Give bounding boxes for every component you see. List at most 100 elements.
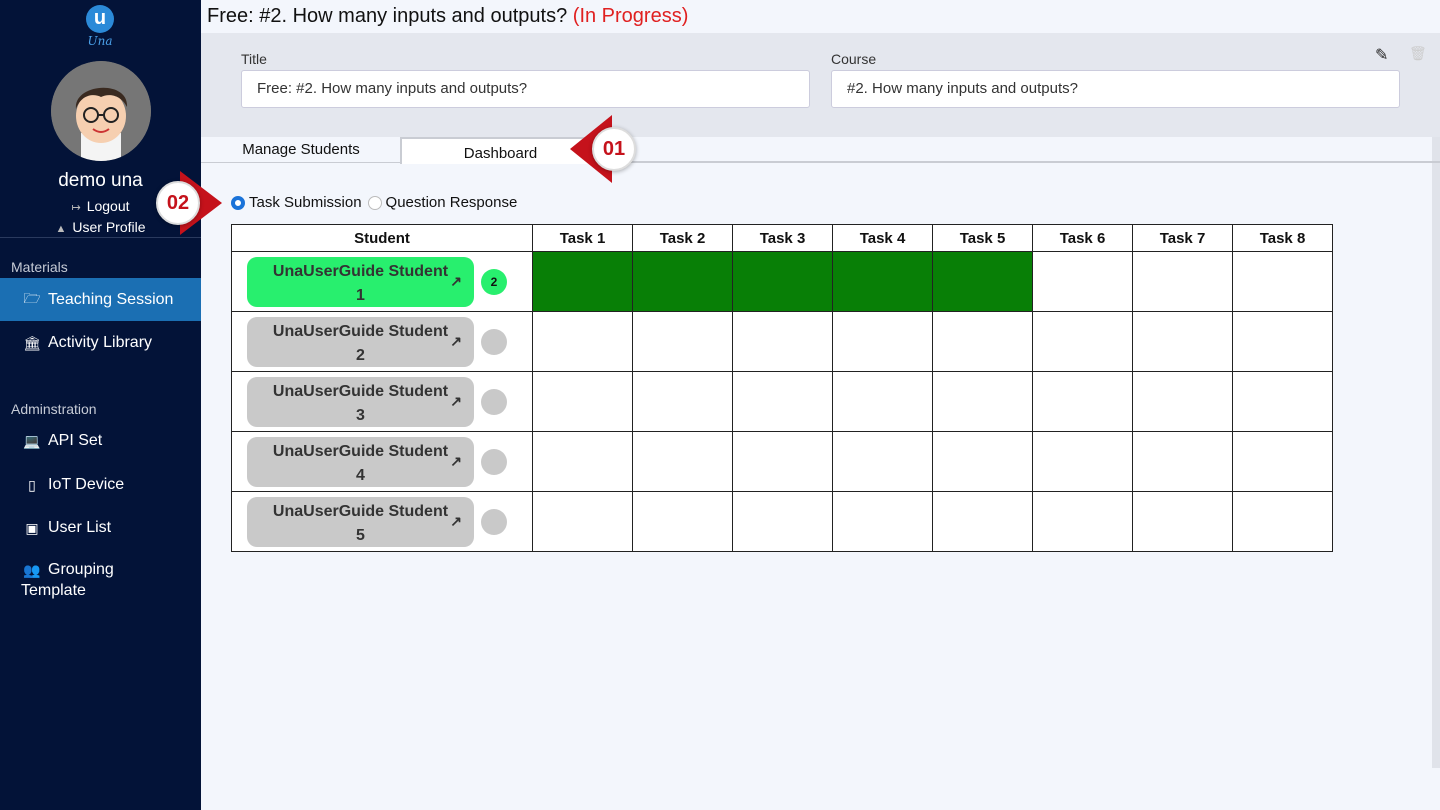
course-label: Course (831, 51, 877, 67)
task-cell (732, 491, 833, 552)
student-button[interactable]: UnaUserGuide Student 3 ↗ (247, 377, 474, 427)
course-field[interactable]: #2. How many inputs and outputs? (831, 70, 1400, 108)
student-cell: UnaUserGuide Student 3 ↗ (231, 371, 533, 432)
scrollbar[interactable] (1432, 33, 1440, 768)
table-row: UnaUserGuide Student 5 ↗ (231, 491, 1333, 552)
page-title: Free: #2. How many inputs and outputs? (… (207, 5, 688, 28)
task-cell (732, 371, 833, 432)
una-logo[interactable]: u Una (80, 5, 120, 48)
task-cell (832, 491, 933, 552)
external-link-icon[interactable]: ↗ (450, 269, 462, 293)
submission-count-badge (481, 509, 507, 535)
student-name: UnaUserGuide Student (272, 323, 449, 340)
submission-count-badge (481, 329, 507, 355)
tablet-icon: ▯ (28, 476, 36, 493)
task-cell (1132, 431, 1233, 492)
marker-number: 01 (592, 127, 636, 171)
laptop-icon: 💻 (23, 432, 41, 449)
col-header-task: Task 4 (832, 224, 933, 252)
student-button[interactable]: UnaUserGuide Student 4 ↗ (247, 437, 474, 487)
step-marker-01: 01 (570, 115, 636, 183)
table-row: UnaUserGuide Student 2 ↗ (231, 311, 1333, 372)
task-cell (732, 431, 833, 492)
edit-icon[interactable]: ✎ (1375, 45, 1388, 65)
radio-task-submission-label[interactable]: Task Submission (249, 194, 362, 211)
submission-count-badge: 2 (481, 269, 507, 295)
task-cell (1232, 491, 1333, 552)
student-button[interactable]: UnaUserGuide Student 1 ↗ (247, 257, 474, 307)
col-header-task: Task 3 (732, 224, 833, 252)
task-cell (932, 371, 1033, 432)
sidebar-item-label: Activity Library (48, 334, 153, 351)
task-cell (1032, 491, 1133, 552)
student-cell: UnaUserGuide Student 2 ↗ (231, 311, 533, 372)
task-cell (1132, 251, 1233, 312)
external-link-icon[interactable]: ↗ (450, 389, 462, 413)
title-label: Title (241, 51, 267, 67)
dashboard-table: Student Task 1 Task 2 Task 3 Task 4 Task… (231, 224, 1333, 552)
task-cell (1032, 251, 1133, 312)
student-number: 4 (356, 467, 365, 484)
student-button[interactable]: UnaUserGuide Student 2 ↗ (247, 317, 474, 367)
table-header-row: Student Task 1 Task 2 Task 3 Task 4 Task… (231, 224, 1333, 252)
sidebar-item-activity-library[interactable]: 🏛 Activity Library (0, 332, 201, 354)
student-name: UnaUserGuide Student (272, 383, 449, 400)
task-cell (632, 431, 733, 492)
task-cell (832, 311, 933, 372)
student-cell: UnaUserGuide Student 4 ↗ (231, 431, 533, 492)
radio-task-submission[interactable] (231, 195, 245, 210)
radio-question-response-label[interactable]: Question Response (386, 194, 518, 211)
marker-number: 02 (156, 181, 200, 225)
sidebar-item-label-line2: Template (21, 582, 86, 599)
sidebar-divider (0, 237, 201, 238)
task-cell (532, 491, 633, 552)
external-link-icon[interactable]: ↗ (450, 449, 462, 473)
avatar (51, 61, 151, 161)
col-header-student: Student (231, 224, 533, 252)
task-cell (1032, 371, 1133, 432)
page-title-text: Free: #2. How many inputs and outputs? (207, 5, 568, 27)
external-link-icon[interactable]: ↗ (450, 329, 462, 353)
col-header-task: Task 1 (532, 224, 633, 252)
student-number: 5 (356, 527, 365, 544)
sidebar-item-user-list[interactable]: ▣ User List (0, 517, 201, 539)
sidebar-item-teaching-session[interactable]: 🗁 Teaching Session (0, 278, 201, 321)
student-number: 2 (356, 347, 365, 364)
table-row: UnaUserGuide Student 4 ↗ (231, 431, 1333, 492)
task-cell (932, 431, 1033, 492)
student-name: UnaUserGuide Student (272, 263, 449, 280)
view-mode-radios: Task Submission Question Response (231, 194, 523, 211)
title-field[interactable]: Free: #2. How many inputs and outputs? (241, 70, 810, 108)
student-name: UnaUserGuide Student (272, 503, 449, 520)
section-materials: Materials (11, 259, 68, 275)
student-cell: UnaUserGuide Student 5 ↗ (231, 491, 533, 552)
student-number: 3 (356, 407, 365, 424)
sidebar-item-grouping-template[interactable]: 👥 Grouping Template (0, 561, 201, 607)
trash-icon[interactable]: 🗑 (1409, 45, 1427, 62)
task-cell (1132, 371, 1233, 432)
users-icon: 👥 (23, 561, 41, 578)
contact-book-icon: ▣ (25, 519, 39, 536)
sidebar-item-iot-device[interactable]: ▯ IoT Device (0, 474, 201, 496)
task-cell (932, 251, 1033, 312)
task-cell (632, 311, 733, 372)
col-header-task: Task 2 (632, 224, 733, 252)
radio-question-response[interactable] (367, 195, 382, 210)
task-cell (1032, 311, 1133, 372)
submission-count-badge (481, 449, 507, 475)
task-cell (1132, 491, 1233, 552)
external-link-icon[interactable]: ↗ (450, 509, 462, 533)
section-administration: Adminstration (11, 401, 97, 417)
task-cell (932, 491, 1033, 552)
col-header-task: Task 7 (1132, 224, 1233, 252)
step-marker-02: 02 (156, 171, 222, 235)
student-cell: UnaUserGuide Student 1 ↗ 2 (231, 251, 533, 312)
task-cell (832, 251, 933, 312)
logout-icon: ↦ (71, 202, 81, 214)
sidebar-item-api-set[interactable]: 💻 API Set (0, 430, 201, 452)
task-cell (532, 251, 633, 312)
task-cell (1232, 431, 1333, 492)
student-button[interactable]: UnaUserGuide Student 5 ↗ (247, 497, 474, 547)
tab-manage-students[interactable]: Manage Students (201, 137, 401, 162)
task-cell (1032, 431, 1133, 492)
